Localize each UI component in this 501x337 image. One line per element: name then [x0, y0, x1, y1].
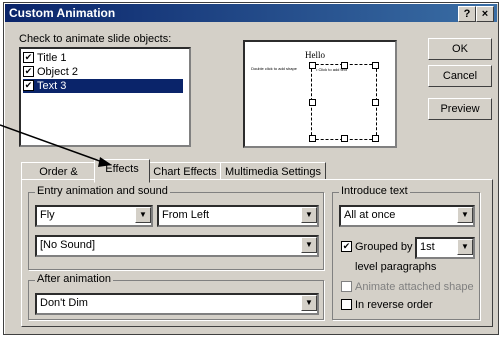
callout-arrow — [0, 124, 112, 167]
